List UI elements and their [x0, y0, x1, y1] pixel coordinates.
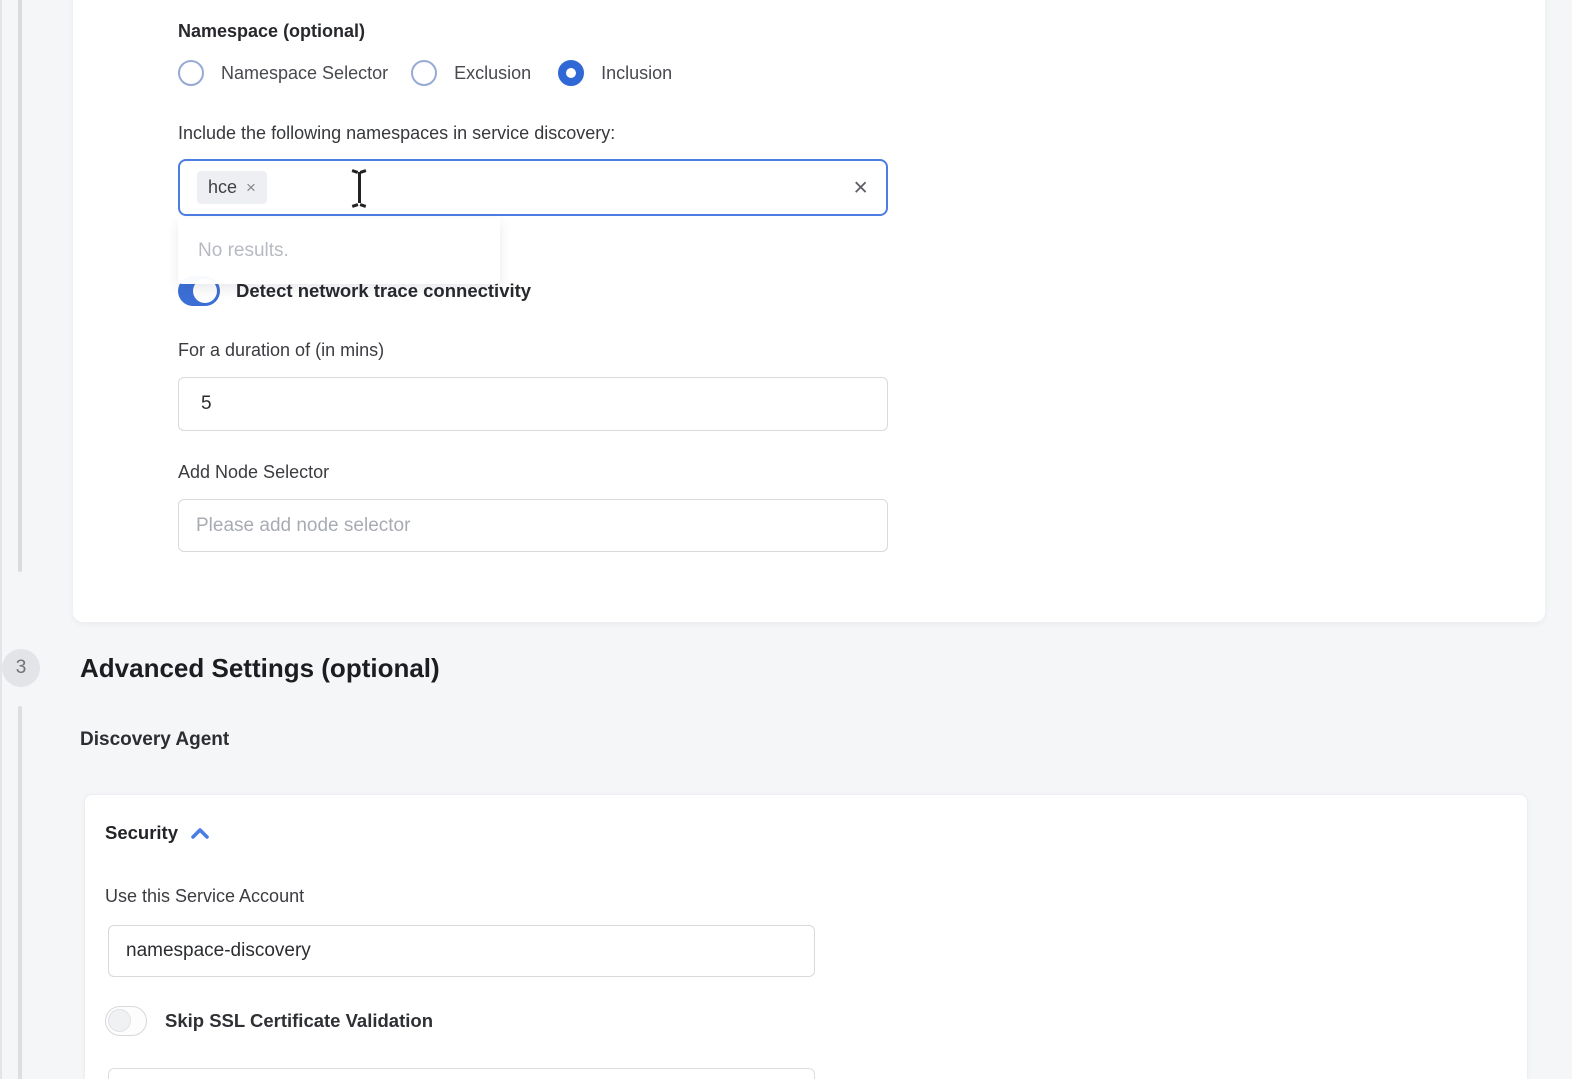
duration-input[interactable] — [178, 377, 888, 431]
namespaces-multiselect-input[interactable]: hce × × — [178, 159, 888, 216]
tag-remove-icon[interactable]: × — [246, 178, 256, 198]
namespace-section-label: Namespace (optional) — [178, 21, 365, 42]
duration-label: For a duration of (in mins) — [178, 340, 384, 361]
step2-card: Namespace (optional) Namespace Selector … — [73, 0, 1545, 622]
stepper-line-step2 — [18, 0, 22, 572]
radio-label: Namespace Selector — [221, 63, 388, 84]
discovery-agent-label: Discovery Agent — [80, 729, 229, 751]
service-account-label: Use this Service Account — [105, 886, 304, 907]
radio-label: Exclusion — [454, 63, 531, 84]
security-accordion-header[interactable]: Security — [105, 822, 210, 844]
radio-circle-icon[interactable] — [411, 60, 437, 86]
radio-label: Inclusion — [601, 63, 672, 84]
clear-input-icon[interactable]: × — [853, 175, 868, 200]
radio-inclusion[interactable]: Inclusion — [558, 60, 672, 86]
radio-circle-selected-icon[interactable] — [558, 60, 584, 86]
chevron-up-icon[interactable] — [190, 826, 210, 840]
bottom-partial-input[interactable] — [108, 1068, 815, 1079]
skip-ssl-label: Skip SSL Certificate Validation — [165, 1010, 433, 1032]
radio-circle-icon[interactable] — [178, 60, 204, 86]
text-cursor-icon — [350, 170, 368, 206]
toggle-knob — [108, 1009, 131, 1032]
namespace-mode-radio-group: Namespace Selector Exclusion Inclusion — [178, 58, 672, 88]
radio-exclusion[interactable]: Exclusion — [411, 60, 531, 86]
security-title: Security — [105, 822, 178, 844]
service-account-input[interactable] — [108, 925, 815, 977]
include-namespaces-label: Include the following namespaces in serv… — [178, 123, 615, 144]
skip-ssl-toggle[interactable] — [105, 1006, 147, 1036]
radio-namespace-selector[interactable]: Namespace Selector — [178, 60, 388, 86]
step3-number-badge: 3 — [2, 649, 40, 687]
stepper-line-step3 — [18, 706, 22, 1079]
namespaces-dropdown: No results. — [178, 218, 500, 284]
node-selector-input[interactable] — [178, 499, 888, 552]
namespace-tag-text: hce — [208, 177, 237, 198]
step3-number: 3 — [16, 657, 27, 679]
node-selector-label: Add Node Selector — [178, 462, 329, 483]
step3-title: Advanced Settings (optional) — [80, 653, 440, 684]
skip-ssl-row: Skip SSL Certificate Validation — [105, 1006, 433, 1036]
dropdown-empty-text: No results. — [198, 240, 289, 262]
namespace-tag: hce × — [197, 171, 267, 204]
panel-left-border — [0, 0, 2, 1079]
